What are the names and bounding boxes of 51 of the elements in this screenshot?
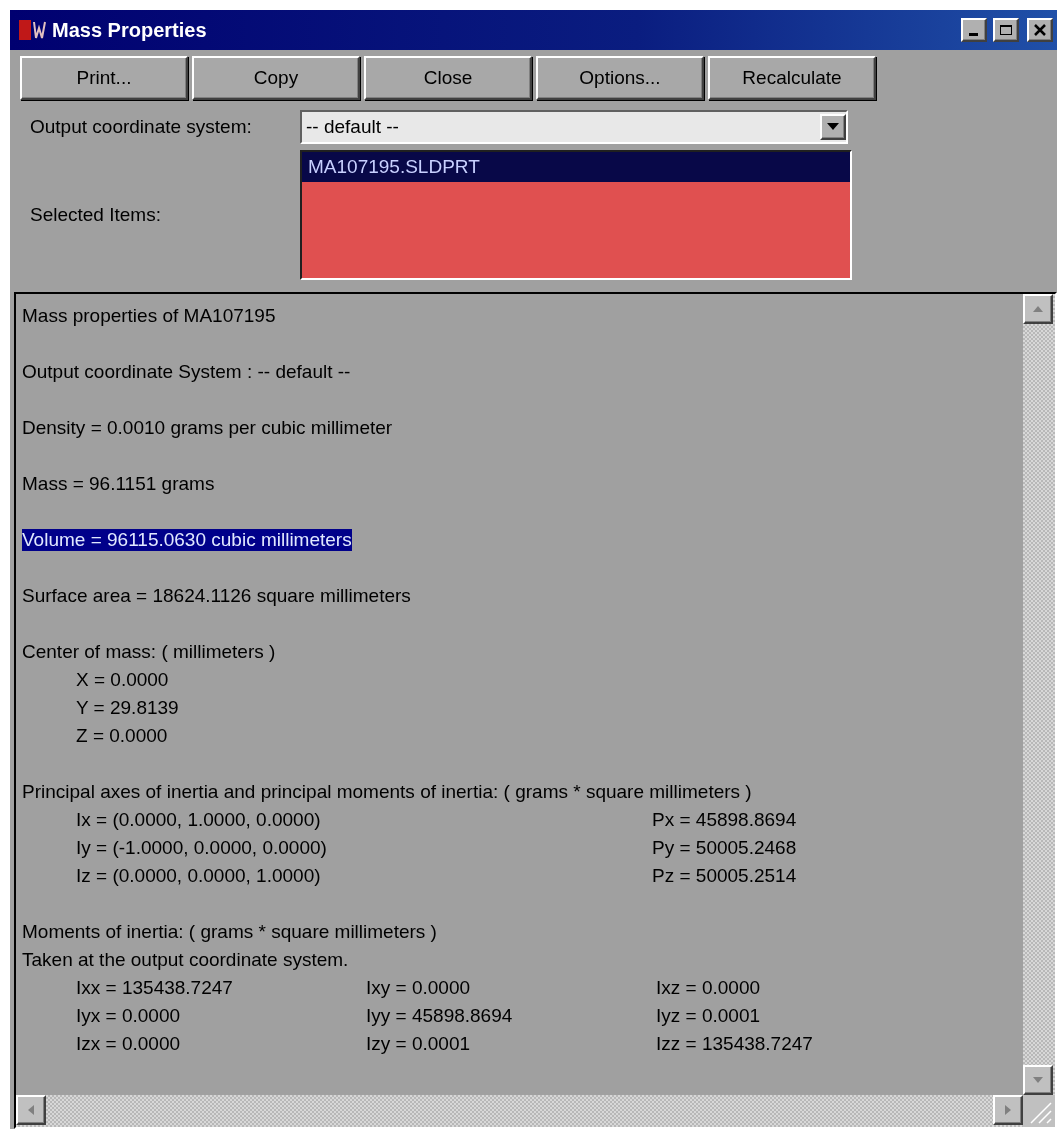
report-text: Mass = 96.1151 grams — [22, 473, 215, 495]
vertical-scrollbar[interactable] — [1023, 294, 1055, 1095]
report-text: Y = 29.8139 — [76, 697, 180, 719]
selected-items-list[interactable]: MA107195.SLDPRT — [300, 150, 852, 280]
report-text: X = 0.0000 — [76, 669, 170, 691]
app-logo-icon — [18, 18, 46, 42]
dropdown-value: -- default -- — [306, 116, 400, 138]
report-text: Ixy = 0.0000 — [366, 977, 472, 999]
report-text: Output coordinate System : -- default -- — [22, 361, 351, 383]
report-text: Izy = 0.0001 — [366, 1033, 472, 1055]
report-text: Surface area = 18624.1126 square millimeters — [22, 585, 411, 607]
maximize-icon[interactable] — [993, 18, 1019, 42]
close-icon[interactable] — [1027, 18, 1053, 42]
report-text: Ixz = 0.0000 — [656, 977, 762, 999]
field-label: Output coordinate system: — [30, 116, 253, 138]
dialog-button[interactable]: Copy — [192, 56, 360, 100]
dialog-button[interactable]: Recalculate — [708, 56, 876, 100]
report-text: Izz = 135438.7247 — [656, 1033, 814, 1055]
dialog-button[interactable]: Close — [364, 56, 532, 100]
report-text: Principal axes of inertia and principal moments of inertia: ( grams * square millimeters ) — [22, 781, 752, 803]
report-text: Iyx = 0.0000 — [76, 1005, 182, 1027]
scroll-up-icon[interactable] — [1033, 306, 1043, 312]
report-text: Iyz = 0.0001 — [656, 1005, 762, 1027]
report-text: Center of mass: ( millimeters ) — [22, 641, 276, 663]
report-text: Mass properties of MA107195 — [22, 305, 276, 327]
report-text: Z = 0.0000 — [76, 725, 169, 747]
report-text: Moments of inertia: ( grams * square millimeters ) — [22, 921, 437, 943]
list-item[interactable]: MA107195.SLDPRT — [302, 152, 850, 182]
horizontal-scrollbar[interactable] — [16, 1095, 1023, 1127]
field-label: Selected Items: — [30, 204, 162, 226]
dialog-button[interactable]: Options... — [536, 56, 704, 100]
coordinate-system-dropdown[interactable]: -- default -- — [300, 110, 848, 144]
scroll-right-icon[interactable] — [1005, 1105, 1011, 1115]
dialog-button[interactable]: Print... — [20, 56, 188, 100]
report-text: Pz = 50005.2514 — [652, 865, 798, 887]
report-text: Density = 0.0010 grams per cubic millimeter — [22, 417, 393, 439]
scroll-down-icon[interactable] — [1033, 1077, 1043, 1083]
report-text: Py = 50005.2468 — [652, 837, 798, 859]
minimize-icon[interactable] — [961, 18, 987, 42]
report-text: Ix = (0.0000, 1.0000, 0.0000) — [76, 809, 322, 831]
report-text: Taken at the output coordinate system. — [22, 949, 349, 971]
report-text: Iy = (-1.0000, 0.0000, 0.0000) — [76, 837, 328, 859]
report-text: Ixx = 135438.7247 — [76, 977, 234, 999]
report-text: Izx = 0.0000 — [76, 1033, 182, 1055]
report-text: Iyy = 45898.8694 — [366, 1005, 514, 1027]
dropdown-arrow-icon — [827, 123, 839, 131]
scroll-left-icon[interactable] — [28, 1105, 34, 1115]
report-text: Iz = (0.0000, 0.0000, 1.0000) — [76, 865, 322, 887]
report-text: Px = 45898.8694 — [652, 809, 798, 831]
window-title: Mass Properties — [52, 18, 208, 42]
report-text: Volume = 96115.0630 cubic millimeters — [22, 529, 352, 551]
